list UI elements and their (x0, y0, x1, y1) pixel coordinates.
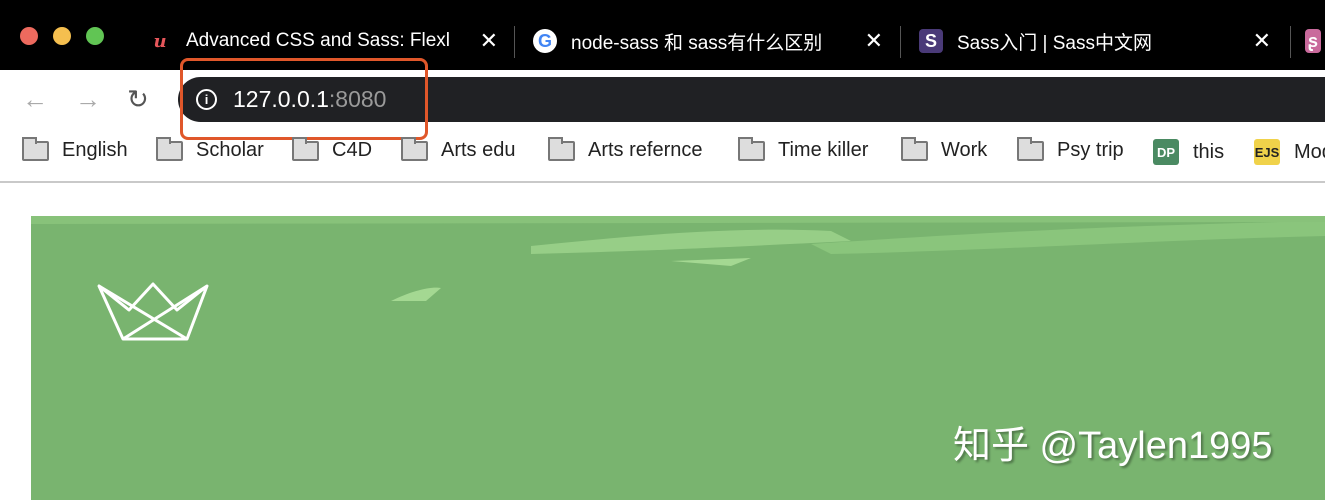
close-tab-icon[interactable]: ✕ (865, 28, 883, 54)
bookmark-psy-trip[interactable]: Psy trip (1017, 136, 1124, 162)
dp-icon: DP (1153, 139, 1179, 165)
folder-icon (738, 136, 765, 161)
bookmark-label: Mod (1294, 140, 1325, 163)
sass-s-icon: S (919, 29, 943, 53)
sass-logo-icon: ʂ (1305, 29, 1321, 53)
tab-sass-intro[interactable]: S Sass入门 | Sass中文网 ✕ (919, 22, 1271, 60)
back-button[interactable]: ← (22, 84, 48, 115)
tab-separator (1290, 26, 1291, 58)
close-tab-icon[interactable]: ✕ (480, 28, 498, 54)
bookmark-label: this (1193, 140, 1225, 163)
folder-icon (401, 136, 428, 161)
tab-title: node-sass 和 sass有什么区别 (571, 32, 823, 54)
toolbar-divider (0, 181, 1325, 183)
folder-icon (901, 136, 928, 161)
bookmark-label: C4D (332, 139, 373, 161)
google-icon: G (533, 29, 557, 53)
bookmark-time-killer[interactable]: Time killer (738, 136, 869, 162)
tab-separator (514, 26, 515, 58)
folder-icon (156, 136, 183, 161)
tab-node-sass[interactable]: G node-sass 和 sass有什么区别 ✕ (533, 22, 883, 60)
bookmark-c4d[interactable]: C4D (292, 136, 373, 162)
maximize-window-button[interactable] (86, 27, 104, 45)
folder-icon (548, 136, 575, 161)
bookmark-label: Arts edu (441, 139, 516, 161)
bookmark-label: Work (941, 139, 988, 161)
bookmark-english[interactable]: English (22, 136, 128, 162)
bookmark-mod[interactable]: EJS Mod (1254, 139, 1325, 165)
bookmark-label: English (62, 139, 128, 161)
tab-title: Advanced CSS and Sass: Flexl (186, 30, 451, 51)
crown-logo-icon (97, 282, 209, 341)
bookmark-label: Psy trip (1057, 139, 1124, 161)
minimize-window-button[interactable] (53, 27, 71, 45)
hero-image: 知乎 @Taylen1995 (31, 216, 1325, 500)
tab-title: Sass入门 | Sass中文网 (957, 32, 1152, 54)
folder-icon (292, 136, 319, 161)
watermark: 知乎 @Taylen1995 (953, 425, 1273, 467)
bookmark-this[interactable]: DP this (1153, 139, 1224, 165)
udemy-icon: u (153, 30, 167, 52)
reload-button[interactable]: ↻ (127, 84, 149, 115)
bookmark-label: Scholar (196, 139, 264, 161)
tab-advanced-css[interactable]: u Advanced CSS and Sass: Flexl ✕ (148, 22, 498, 60)
bookmark-scholar[interactable]: Scholar (156, 136, 264, 162)
tab-separator (900, 26, 901, 58)
annotation-highlight-box (180, 58, 428, 140)
bookmark-arts-edu[interactable]: Arts edu (401, 136, 516, 162)
folder-icon (22, 136, 49, 161)
close-window-button[interactable] (20, 27, 38, 45)
tab-sass-site[interactable]: ʂ (1305, 22, 1325, 60)
bookmark-label: Time killer (778, 139, 869, 161)
bookmark-label: Arts refernce (588, 139, 703, 161)
folder-icon (1017, 136, 1044, 161)
forward-button[interactable]: → (75, 84, 101, 115)
ejs-icon: EJS (1254, 139, 1280, 165)
close-tab-icon[interactable]: ✕ (1253, 28, 1271, 54)
bookmark-arts-refernce[interactable]: Arts refernce (548, 136, 703, 162)
bookmark-work[interactable]: Work (901, 136, 988, 162)
